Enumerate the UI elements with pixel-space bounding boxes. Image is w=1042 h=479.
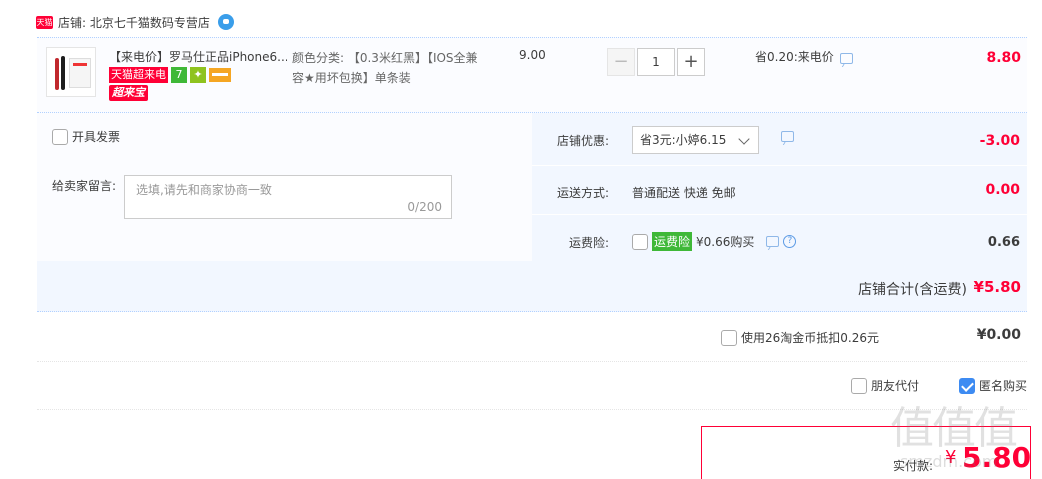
product-title[interactable]: 【来电价】罗马仕正品iPhone6... <box>109 48 287 65</box>
coin-label: 使用26淘金币抵扣0.26元 <box>741 331 879 345</box>
divider <box>532 165 1027 166</box>
shipping-label: 运送方式: <box>557 186 610 200</box>
shop-total-value: ¥5.80 <box>973 278 1021 296</box>
sku-info: 颜色分类: 【0.3米红黑】【IOS全兼容★用坏包换】单条装 <box>292 51 478 85</box>
shop-discount-select[interactable]: 省3元:小婷6.15 <box>632 126 759 154</box>
quantity-input[interactable]: 1 <box>637 48 675 76</box>
insurance-label: 运费险: <box>569 236 610 250</box>
shipping-method: 普通配送 快递 免邮 <box>632 186 736 200</box>
coin-checkbox[interactable] <box>721 329 737 346</box>
shop-total-row: 店铺合计(含运费) ¥5.80 <box>37 261 1027 312</box>
seller-note-counter: 0/200 <box>407 200 442 214</box>
message-icon[interactable] <box>839 53 853 64</box>
shop-total-label: 店铺合计(含运费) <box>858 282 967 298</box>
message-icon[interactable] <box>766 236 780 247</box>
help-icon[interactable]: ? <box>783 235 797 248</box>
invoice-checkbox[interactable] <box>52 128 68 145</box>
shop-name[interactable]: 店铺: 北京七千猫数码专营店 <box>58 14 210 31</box>
shop-header: 天猫 店铺: 北京七千猫数码专营店 <box>36 12 234 32</box>
warranty-icon: ✦ <box>190 67 206 83</box>
friend-pay-checkbox[interactable] <box>851 377 867 394</box>
divider <box>532 214 1027 215</box>
quantity-plus-button[interactable]: + <box>677 48 705 76</box>
seven-day-return-icon: 7 <box>171 67 187 83</box>
shop-discount-amount: -3.00 <box>979 133 1020 149</box>
coin-option[interactable]: 使用26淘金币抵扣0.26元 <box>721 329 879 346</box>
unit-price: 9.00 <box>519 48 546 62</box>
product-row: 【来电价】罗马仕正品iPhone6... 天猫超来电 7 ✦ 超来宝 颜色分类:… <box>37 37 1027 113</box>
seller-note-input[interactable]: 选填,请先和商家协商一致 0/200 <box>124 175 452 219</box>
chevron-down-icon <box>738 133 750 145</box>
item-discount: 省0.20:来电价 <box>755 48 853 65</box>
tmall-badge: 天猫 <box>36 15 53 29</box>
quantity-stepper: − 1 + <box>607 48 705 76</box>
seller-note-placeholder: 选填,请先和商家协商一致 <box>136 183 272 197</box>
watermark-site: smzdm.com <box>900 452 998 471</box>
message-icon[interactable] <box>781 131 794 142</box>
insurance-amount: 0.66 <box>987 235 1020 250</box>
invoice-label: 开具发票 <box>72 130 121 144</box>
product-thumbnail[interactable] <box>46 47 96 97</box>
shipping-amount: 0.00 <box>985 182 1020 198</box>
seller-note-label: 给卖家留言: <box>52 179 117 193</box>
product-tags: 天猫超来电 7 ✦ <box>109 67 231 83</box>
chao-lai-bao-tag: 超来宝 <box>109 85 148 101</box>
credit-card-icon <box>209 68 231 82</box>
invoice-option[interactable]: 开具发票 <box>52 128 120 145</box>
coin-value: ¥0.00 <box>976 327 1021 343</box>
insurance-checkbox[interactable] <box>632 233 648 250</box>
insurance-price: ¥0.66购买 <box>696 235 755 249</box>
shop-discount-value: 省3元:小婷6.15 <box>640 133 727 147</box>
tmall-flash-tag: 天猫超来电 <box>109 67 168 83</box>
insurance-option: 运费险 ¥0.66购买 ? <box>632 232 797 251</box>
coin-row: 使用26淘金币抵扣0.26元 ¥0.00 <box>37 312 1027 362</box>
insurance-tag: 运费险 <box>652 232 693 251</box>
payment-options-row: 朋友代付 匿名购买 <box>37 362 1027 410</box>
quantity-minus-button[interactable]: − <box>607 48 635 76</box>
item-subtotal: 8.80 <box>986 50 1021 66</box>
shop-discount-label: 店铺优惠: <box>557 134 610 148</box>
item-discount-label: 省0.20:来电价 <box>755 50 834 64</box>
watermark-logo: 值值值 <box>890 403 1018 454</box>
chat-icon[interactable] <box>217 14 234 30</box>
